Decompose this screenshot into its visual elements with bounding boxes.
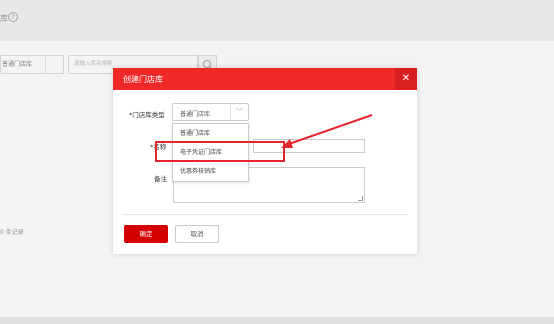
close-icon[interactable]: ✕ [395, 68, 417, 90]
cancel-button[interactable]: 取消 [175, 225, 219, 243]
store-type-select[interactable]: 普通门店库 ﹀ [172, 103, 249, 121]
divider [123, 214, 407, 215]
confirm-button[interactable]: 确定 [124, 225, 168, 243]
modal-header: 创建门店库 ✕ [113, 68, 417, 90]
resize-handle[interactable] [358, 196, 363, 201]
dropdown-option[interactable]: 优惠券核销库 [173, 162, 248, 181]
annotation-highlight-box [155, 141, 285, 162]
chevron-down-icon[interactable]: ﹀ [230, 104, 248, 120]
note-label: 备注 [154, 175, 167, 183]
modal-title: 创建门店库 [123, 75, 163, 84]
store-type-label: *门店库类型 [129, 111, 165, 119]
store-type-value: 普通门店库 [180, 111, 211, 118]
